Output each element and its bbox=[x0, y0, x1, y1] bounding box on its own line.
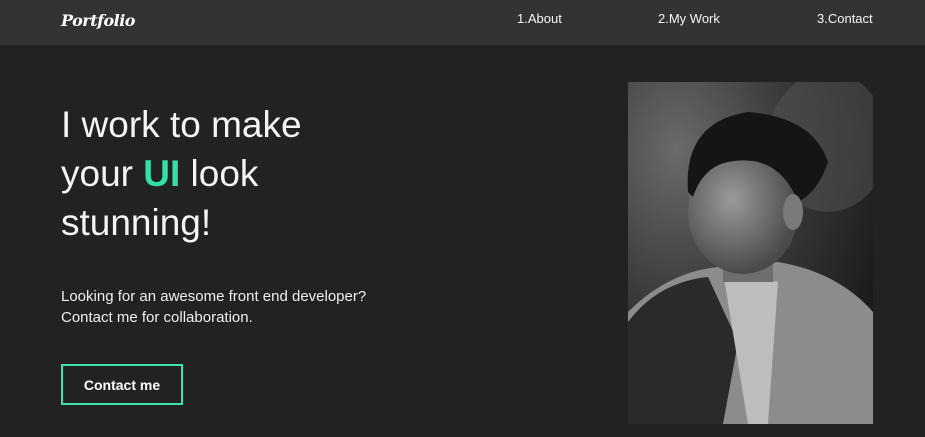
subtitle-line-2: Contact me for collaboration. bbox=[61, 309, 253, 326]
nav-link-contact[interactable]: 3.Contact bbox=[817, 11, 873, 26]
logo[interactable]: Portfolio bbox=[61, 11, 135, 30]
headline-line-2-post: look bbox=[180, 153, 259, 194]
headline-line-3: stunning! bbox=[61, 202, 212, 243]
subtitle-line-1: Looking for an awesome front end develop… bbox=[61, 288, 367, 305]
profile-photo bbox=[628, 82, 873, 424]
portrait-image bbox=[628, 82, 873, 424]
nav-link-my-work[interactable]: 2.My Work bbox=[658, 11, 720, 26]
contact-me-button[interactable]: Contact me bbox=[61, 364, 183, 405]
headline-line-2-pre: your bbox=[61, 153, 144, 194]
headline-line-1: I work to make bbox=[61, 104, 302, 145]
nav-link-about[interactable]: 1.About bbox=[517, 11, 562, 26]
navbar: Portfolio 1.About 2.My Work 3.Contact bbox=[0, 0, 925, 45]
headline-accent: UI bbox=[143, 153, 181, 194]
hero-headline: I work to make your UI look stunning! bbox=[61, 100, 302, 247]
hero-subtitle: Looking for an awesome front end develop… bbox=[61, 286, 366, 328]
